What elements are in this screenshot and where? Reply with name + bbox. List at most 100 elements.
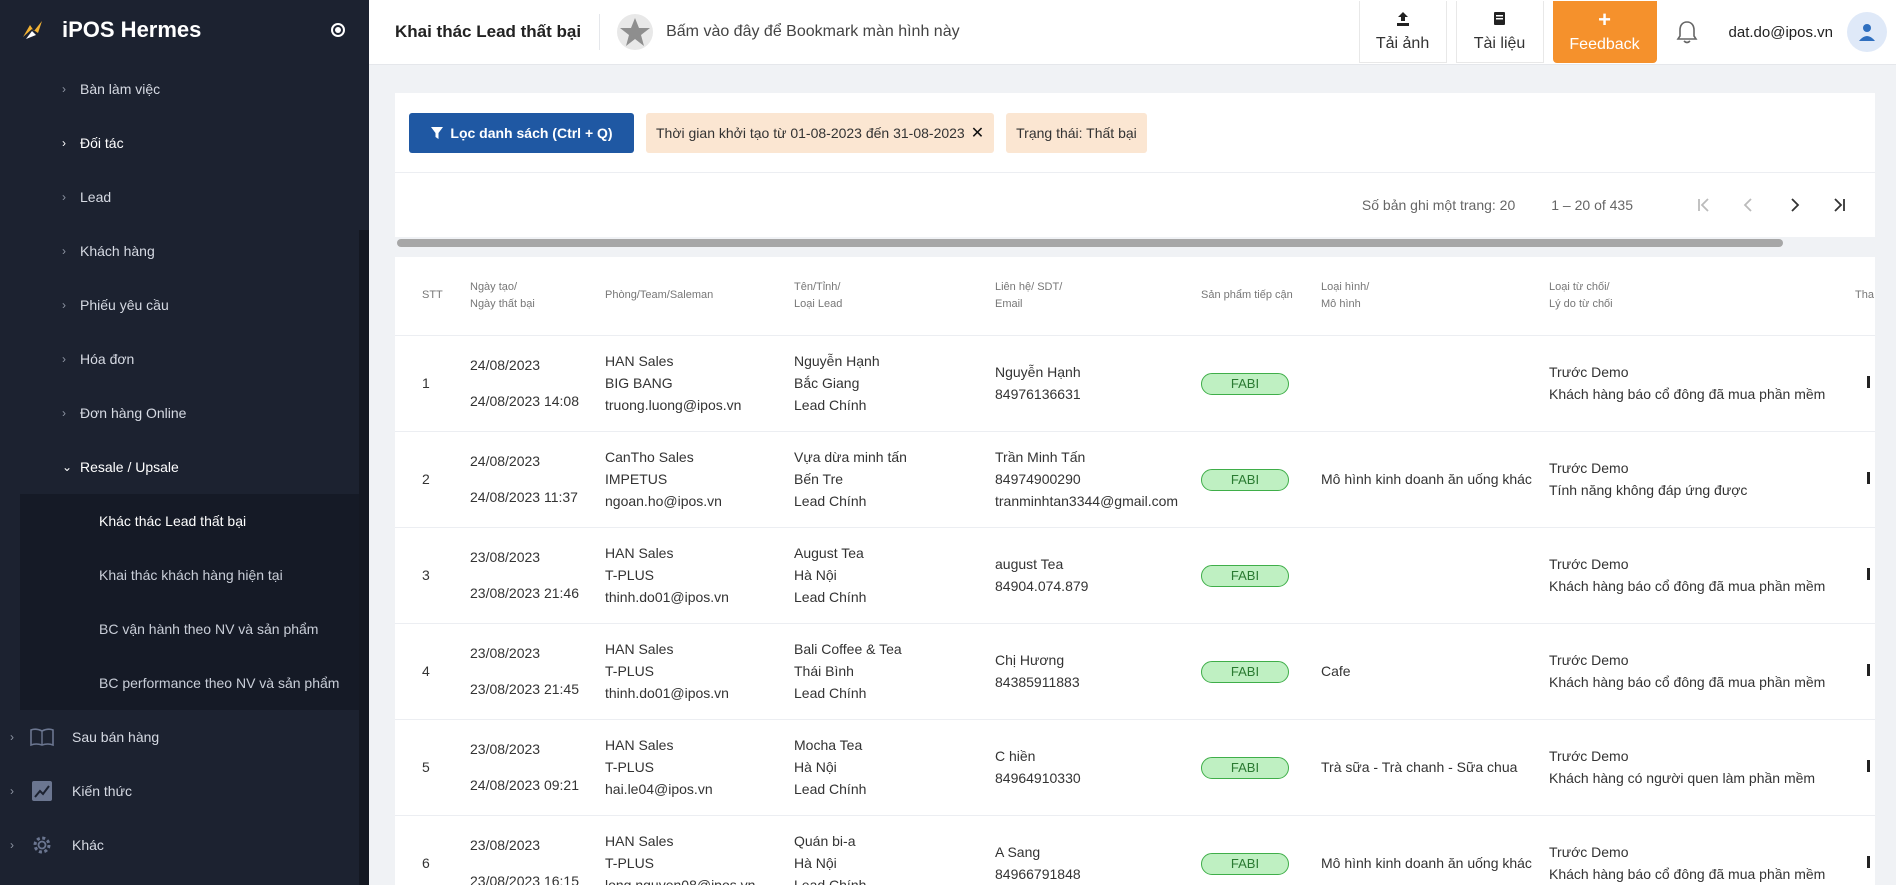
sidebar-item-label: Khác — [72, 837, 104, 853]
sidebar-subitem-khach-hang-hien-tai[interactable]: Khai thác khách hàng hiện tại — [20, 548, 359, 602]
table-row[interactable]: 2 24/08/2023 24/08/2023 11:37 CanTho Sale… — [395, 431, 1875, 528]
col-contact-line2: Email — [995, 297, 1023, 310]
contact-name: C hiền — [995, 748, 1036, 764]
table-row[interactable]: 4 23/08/2023 23/08/2023 21:45 HAN Sales T-… — [395, 623, 1875, 720]
user-avatar-icon[interactable] — [1847, 12, 1887, 52]
reject-type-value: Trước Demo — [1549, 748, 1629, 764]
sidebar-item-khac[interactable]: › Khác — [0, 818, 369, 872]
chevron-right-icon: › — [10, 730, 14, 744]
product-badge: FABI — [1201, 660, 1289, 683]
sidebar-toggle-icon[interactable] — [331, 23, 345, 37]
province-value: Hà Nội — [794, 759, 837, 775]
prev-page-icon[interactable] — [1726, 196, 1771, 214]
last-page-icon[interactable] — [1816, 196, 1861, 214]
cell-team: HAN Sales BIG BANG truong.luong@ipos.vn — [605, 335, 794, 432]
filter-chip-time[interactable]: Thời gian khởi tạo từ 01-08-2023 đến 31-… — [646, 112, 995, 153]
sidebar-item-hoa-don[interactable]: › Hóa đơn — [0, 332, 369, 386]
province-value: Hà Nội — [794, 855, 837, 871]
bookmark-link[interactable]: Bấm vào đây để Bookmark màn hình này — [600, 13, 960, 51]
filter-chip-status[interactable]: Trạng thái: Thất bại — [1006, 112, 1147, 153]
cell-reject: Trước Demo Khách hàng báo cổ đông đã mua … — [1549, 335, 1855, 432]
sale-value: truong.luong@ipos.vn — [605, 397, 742, 413]
feedback-button[interactable]: + Feedback — [1552, 1, 1657, 63]
brand: iPOS Hermes — [0, 0, 369, 60]
sidebar-item-resale-upsale[interactable]: ⌄ Resale / Upsale — [0, 440, 369, 494]
table-row[interactable]: 6 23/08/2023 23/08/2023 16:15 HAN Sales T-… — [395, 815, 1875, 885]
book-icon — [28, 725, 56, 749]
col-model-line2: Mô hình — [1321, 297, 1361, 310]
sidebar-item-label: Khách hàng — [80, 243, 155, 259]
sidebar-item-khach-hang[interactable]: › Khách hàng — [0, 224, 369, 278]
col-contact-line1: Liên hệ/ SDT/ — [995, 280, 1063, 293]
sidebar-item-kien-thuc[interactable]: › Kiến thức — [0, 764, 369, 818]
chevron-right-icon: › — [62, 82, 66, 96]
documents-label: Tài liệu — [1473, 34, 1526, 52]
filter-button-label: Lọc danh sách (Ctrl + Q) — [450, 124, 613, 141]
cell-stt: 2 — [395, 431, 470, 528]
col-reject: Loại từ chối/Lý do từ chối — [1549, 257, 1855, 336]
sidebar-subitem-bc-van-hanh[interactable]: BC vận hành theo NV và sản phẩm — [20, 602, 359, 656]
cell-name: Quán bi-a Hà Nội Lead Chính — [794, 815, 995, 885]
sidebar-item-label: Lead — [80, 189, 112, 205]
user-email[interactable]: dat.do@ipos.vn — [1729, 24, 1833, 41]
cell-contact: A Sang 84966791848 — [995, 815, 1201, 885]
sidebar-item-don-hang-online[interactable]: › Đơn hàng Online — [0, 386, 369, 440]
dept-value: HAN Sales — [605, 833, 674, 849]
cell-contact: C hiền 84964910330 — [995, 719, 1201, 816]
sidebar-item-lead[interactable]: › Lead — [0, 170, 369, 224]
sidebar-item-ban-lam-viec[interactable]: › Bàn làm việc — [0, 62, 369, 116]
cell-dates: 24/08/2023 24/08/2023 11:37 — [470, 431, 605, 528]
team-value: IMPETUS — [605, 471, 668, 487]
lead-type-value: Lead Chính — [794, 781, 867, 797]
model-value: Mô hình kinh doanh ăn uống khác — [1321, 471, 1532, 487]
table-row[interactable]: 1 24/08/2023 24/08/2023 14:08 HAN Sales BI… — [395, 335, 1875, 432]
model-value: Trà sữa - Trà chanh - Sữa chua — [1321, 759, 1518, 775]
created-date: 23/08/2023 — [470, 837, 541, 853]
col-reject-line1: Loại từ chối/ — [1549, 280, 1610, 293]
failed-date: 24/08/2023 09:21 — [470, 777, 579, 793]
filter-list-button[interactable]: Lọc danh sách (Ctrl + Q) — [409, 112, 634, 153]
contact-name: Chị Hương — [995, 652, 1065, 668]
reject-type-value: Trước Demo — [1549, 556, 1629, 572]
stt-value: 5 — [422, 759, 430, 775]
cell-model: Mô hình kinh doanh ăn uống khác — [1321, 815, 1549, 885]
page-range: 1 – 20 of 435 — [1551, 197, 1633, 213]
cell-dates: 23/08/2023 23/08/2023 21:46 — [470, 527, 605, 624]
cell-extra — [1855, 815, 1875, 885]
sidebar-item-doi-tac[interactable]: › Đối tác — [0, 116, 369, 170]
reject-type-value: Trước Demo — [1549, 364, 1629, 380]
product-badge: FABI — [1201, 468, 1289, 491]
sidebar-subitem-lead-that-bai[interactable]: Khác thác Lead thất bại — [20, 494, 359, 548]
table-row[interactable]: 3 23/08/2023 23/08/2023 21:46 HAN Sales T-… — [395, 527, 1875, 624]
chevron-right-icon: › — [62, 406, 66, 420]
lead-name: Vựa dừa minh tấn — [794, 449, 907, 465]
cell-dates: 23/08/2023 23/08/2023 21:45 — [470, 623, 605, 720]
product-badge: FABI — [1201, 372, 1289, 395]
documents-button[interactable]: Tài liệu — [1455, 1, 1544, 63]
scrollbar-thumb[interactable] — [397, 239, 1783, 247]
sidebar-item-sau-ban-hang[interactable]: › Sau bán hàng — [0, 710, 369, 764]
reject-type-value: Trước Demo — [1549, 652, 1629, 668]
reject-type-value: Trước Demo — [1549, 844, 1629, 860]
horizontal-scrollbar[interactable] — [395, 237, 1875, 249]
first-page-icon[interactable] — [1681, 196, 1726, 214]
chart-icon — [28, 779, 56, 803]
bookmark-text: Bấm vào đây để Bookmark màn hình này — [666, 23, 960, 40]
sidebar-subitem-bc-performance[interactable]: BC performance theo NV và sản phẩm — [20, 656, 359, 710]
close-icon[interactable]: ✕ — [971, 123, 984, 143]
upload-image-button[interactable]: Tải ảnh — [1358, 1, 1447, 63]
sidebar-item-label: Hóa đơn — [80, 351, 135, 367]
failed-date: 24/08/2023 11:37 — [470, 489, 578, 505]
cell-team: HAN Sales T-PLUS hai.le04@ipos.vn — [605, 719, 794, 816]
sidebar-scrollbar[interactable] — [359, 230, 369, 885]
cell-reject: Trước Demo Khách hàng báo cổ đông đã mua … — [1549, 815, 1855, 885]
upload-icon — [1395, 11, 1411, 29]
cell-model: Mô hình kinh doanh ăn uống khác — [1321, 431, 1549, 528]
next-page-icon[interactable] — [1771, 196, 1816, 214]
table-row[interactable]: 5 23/08/2023 24/08/2023 09:21 HAN Sales T-… — [395, 719, 1875, 816]
notification-bell-icon[interactable] — [1657, 20, 1717, 44]
per-page-label[interactable]: Số bản ghi một trang: 20 — [1362, 197, 1515, 213]
reject-reason-value: Tính năng không đáp ứng được — [1549, 482, 1748, 498]
cell-contact: Nguyễn Hạnh 84976136631 — [995, 335, 1201, 432]
sidebar-item-phieu-yeu-cau[interactable]: › Phiếu yêu cầu — [0, 278, 369, 332]
